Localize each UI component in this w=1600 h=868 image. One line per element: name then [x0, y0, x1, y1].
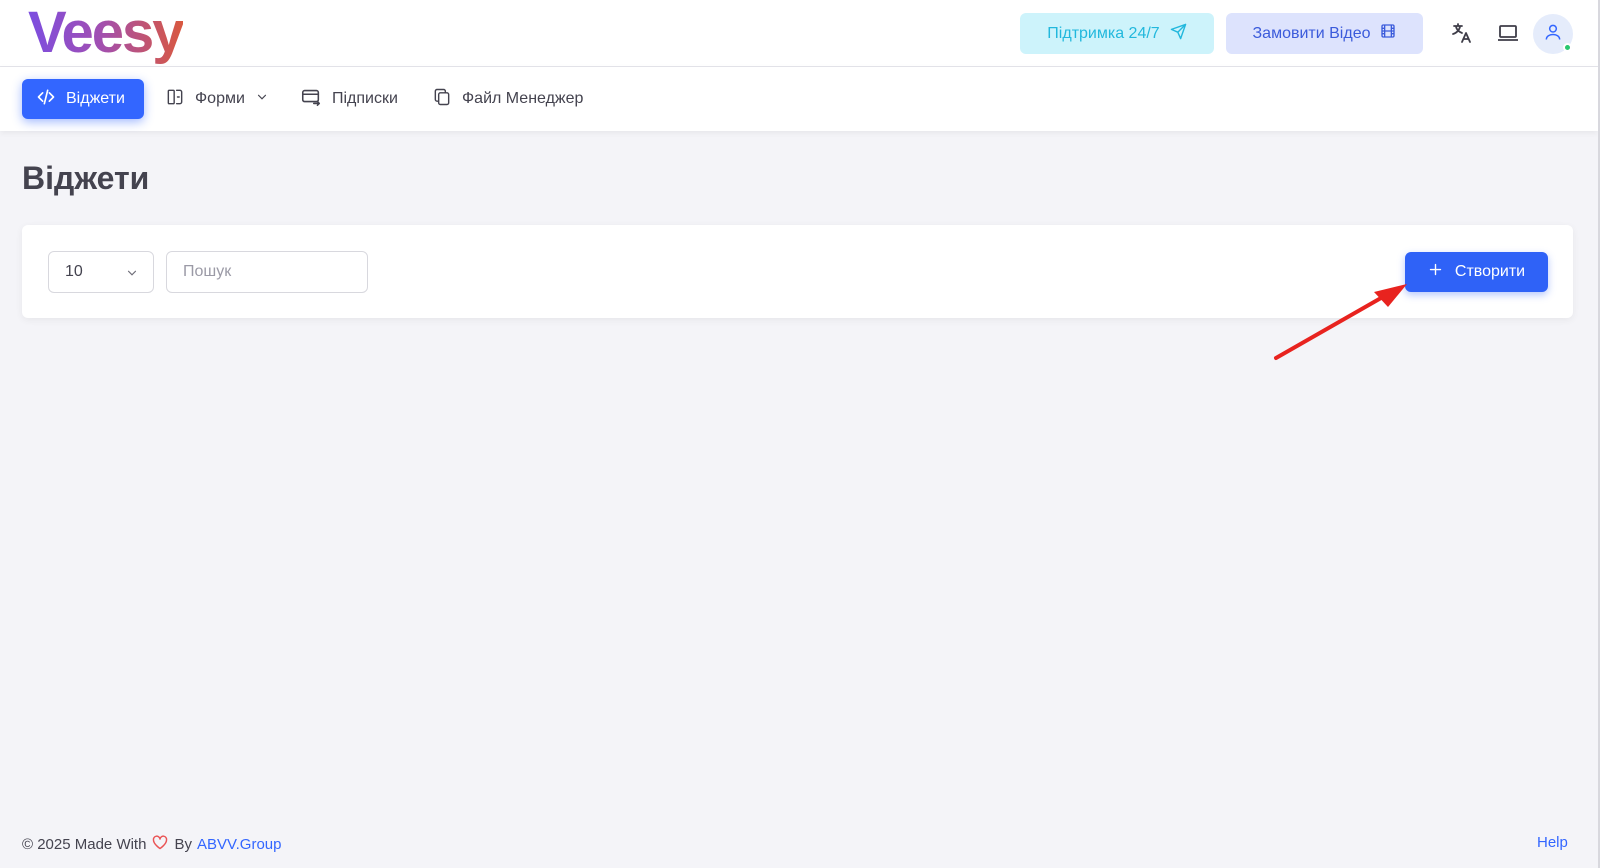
support-button-label: Підтримка 24/7 [1047, 24, 1160, 42]
heart-icon [151, 834, 169, 854]
page-size-select[interactable]: 10 [48, 251, 154, 293]
nav-item-label: Файл Менеджер [462, 90, 584, 107]
card-transfer-icon [300, 86, 322, 113]
chevron-down-icon [125, 266, 139, 285]
annotation-arrow [1274, 284, 1407, 360]
logo[interactable]: Veesy [28, 0, 185, 66]
order-video-button[interactable]: Замовити Відео [1226, 13, 1423, 54]
form-icon [165, 87, 185, 112]
nav-item-file-manager[interactable]: Файл Менеджер [432, 79, 583, 119]
page-title: Віджети [22, 160, 150, 196]
user-icon [1543, 22, 1563, 47]
send-icon [1170, 23, 1187, 45]
nav-item-label: Підписки [332, 90, 398, 107]
support-button[interactable]: Підтримка 24/7 [1020, 13, 1214, 54]
top-header: Veesy Підтримка 24/7 Замовити Відео [0, 0, 1598, 67]
footer-prefix: © 2025 Made With [22, 835, 147, 853]
copy-files-icon [432, 87, 452, 112]
nav-item-subscriptions[interactable]: Підписки [300, 79, 398, 119]
create-button[interactable]: Створити [1405, 252, 1548, 292]
company-link[interactable]: ABVV.Group [197, 836, 282, 853]
code-icon [36, 87, 56, 112]
footer-by: By [174, 835, 192, 853]
nav-item-forms[interactable]: Форми [165, 79, 269, 119]
plus-icon [1428, 262, 1443, 282]
main-nav: Віджети Форми Підписки Файл Менеджер [0, 67, 1598, 131]
help-link[interactable]: Help [1537, 834, 1568, 851]
create-button-label: Створити [1454, 263, 1526, 280]
page-size-value: 10 [65, 263, 83, 280]
nav-item-widgets[interactable]: Віджети [22, 79, 144, 119]
avatar[interactable] [1533, 14, 1573, 54]
nav-item-label: Форми [195, 90, 245, 107]
order-video-label: Замовити Відео [1252, 24, 1371, 42]
nav-item-label: Віджети [66, 90, 125, 107]
chevron-down-icon [255, 90, 269, 109]
online-status-dot [1563, 43, 1572, 52]
film-icon [1380, 23, 1396, 44]
search-input[interactable] [166, 251, 368, 293]
translate-icon[interactable] [1449, 20, 1475, 46]
footer-credits: © 2025 Made With By ABVV.Group [22, 834, 281, 854]
laptop-icon[interactable] [1495, 20, 1521, 46]
